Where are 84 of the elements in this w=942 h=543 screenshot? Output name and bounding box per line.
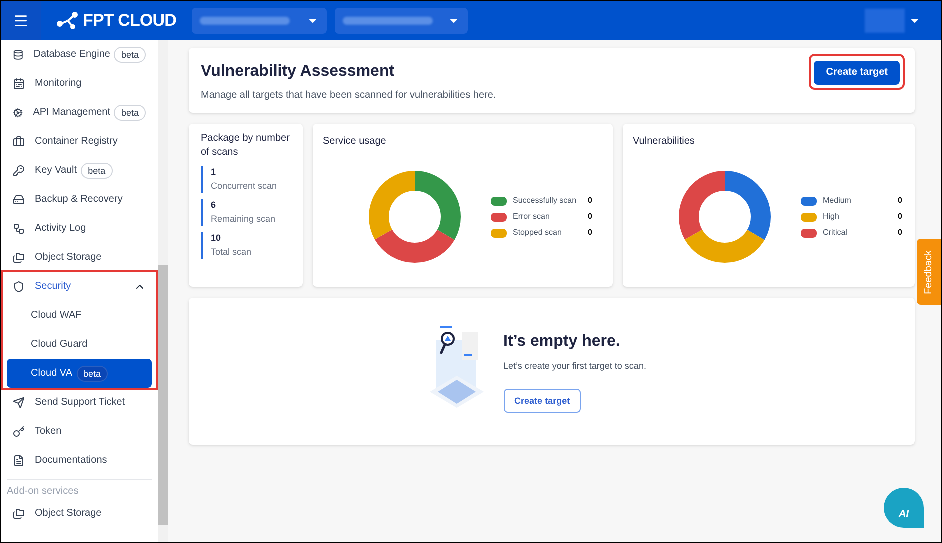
folders-icon [13, 508, 25, 520]
sidebar-label: Database Engine [34, 48, 110, 62]
sidebar-item[interactable]: Database Engine beta [1, 40, 158, 69]
legend-value: 0 [898, 195, 902, 207]
menu-icon [13, 12, 29, 28]
legend-value: 0 [588, 227, 592, 239]
sidebar-label: Object Storage [35, 507, 102, 521]
sidebar-item[interactable]: Backup & Recovery [1, 185, 158, 214]
sidebar-label: Cloud WAF [31, 309, 82, 323]
sidebar-item[interactable]: Object Storage [1, 243, 158, 272]
sidebar-label: Send Support Ticket [35, 396, 126, 410]
key-icon [13, 164, 25, 176]
stat-label: Concurrent scan [211, 180, 278, 192]
empty-text: Let’s create your first target to scan. [504, 360, 646, 373]
stat-value: 10 [211, 232, 222, 245]
sidebar-label: Activity Log [35, 222, 86, 236]
sidebar-label: Cloud VA [31, 367, 73, 381]
stat-value: 1 [211, 166, 218, 179]
legend-value: 0 [588, 195, 592, 207]
card-title: Vulnerabilities [633, 135, 696, 149]
sidebar-label: API Management [33, 106, 110, 120]
create-target-button[interactable]: Create target [814, 60, 900, 84]
beta-badge: beta [114, 46, 146, 62]
menu-button[interactable] [1, 1, 41, 40]
sidebar-item[interactable]: API Management beta [1, 98, 158, 127]
send-icon [13, 396, 25, 408]
legend-label: Medium [823, 195, 852, 207]
sidebar-label: Key Vault [35, 164, 78, 178]
account-block[interactable] [865, 8, 905, 32]
legend-value: 0 [898, 211, 902, 223]
sidebar-label: Cloud Guard [31, 338, 88, 352]
logo-icon [57, 12, 79, 30]
beta-badge: beta [114, 104, 146, 120]
sidebar-item[interactable]: Monitoring [1, 69, 158, 98]
region-dropdown[interactable] [335, 8, 468, 34]
sidebar-item[interactable]: Security [3, 272, 156, 301]
legend-label: Critical [823, 227, 848, 239]
sidebar-label: Backup & Recovery [35, 193, 123, 207]
create-target-button[interactable]: Create target [504, 389, 582, 414]
sidebar-label: Documentations [35, 454, 108, 468]
legend-value: 0 [588, 211, 592, 223]
sidebar-item[interactable]: Token [1, 417, 158, 446]
sidebar-label: Token [35, 425, 62, 439]
legend-label: Successfully scan [513, 195, 578, 207]
logo-text: FPT CLOUD [83, 10, 176, 32]
sidebar-item[interactable]: Send Support Ticket [1, 388, 158, 417]
section-title: Add-on services [6, 485, 80, 499]
tenant-dropdown[interactable] [192, 8, 328, 34]
legend-label: Error scan [513, 211, 551, 223]
sidebar-label: Container Registry [35, 135, 118, 149]
sidebar-label: Object Storage [35, 251, 102, 265]
legend-value: 0 [898, 227, 902, 239]
database-icon [13, 48, 24, 60]
empty-title: It’s empty here. [504, 332, 620, 352]
gear-icon [13, 106, 24, 118]
page-title: Vulnerability Assessment [201, 62, 396, 82]
sidebar-subitem[interactable]: Cloud Guard [7, 330, 152, 359]
sidebar-item[interactable]: Container Registry [1, 127, 158, 156]
card-title: Service usage [323, 135, 388, 149]
sidebar-subitem[interactable]: Cloud VA beta [7, 359, 152, 388]
stat-label: Total scan [211, 246, 253, 258]
card-title: Package by number of scans [201, 132, 291, 160]
sidebar-label: Security [35, 280, 72, 294]
sidebar-item[interactable]: Activity Log [1, 214, 158, 243]
sidebar-subitem[interactable]: Cloud WAF [7, 301, 152, 330]
beta-badge: beta [76, 366, 108, 382]
page-subtitle: Manage all targets that have been scanned for vulnerabilities here. [201, 89, 496, 103]
sidebar-label: Monitoring [35, 77, 82, 91]
folders-icon [13, 252, 25, 264]
stat-value: 6 [211, 199, 218, 212]
briefcase-icon [13, 136, 25, 148]
drive-icon [13, 194, 25, 206]
sidebar-item[interactable]: Documentations [1, 446, 158, 475]
legend-label: Stopped scan [513, 227, 563, 239]
key-icon [13, 426, 25, 438]
legend-label: High [823, 211, 840, 223]
sidebar-item[interactable]: Object Storage [1, 499, 158, 528]
flow-icon [13, 222, 25, 234]
document-icon [13, 454, 25, 466]
sidebar-item[interactable]: Key Vault beta [1, 156, 158, 185]
stat-label: Remaining scan [211, 212, 277, 226]
shield-icon [13, 280, 25, 292]
calendar-icon [13, 78, 25, 90]
beta-badge: beta [81, 162, 113, 178]
